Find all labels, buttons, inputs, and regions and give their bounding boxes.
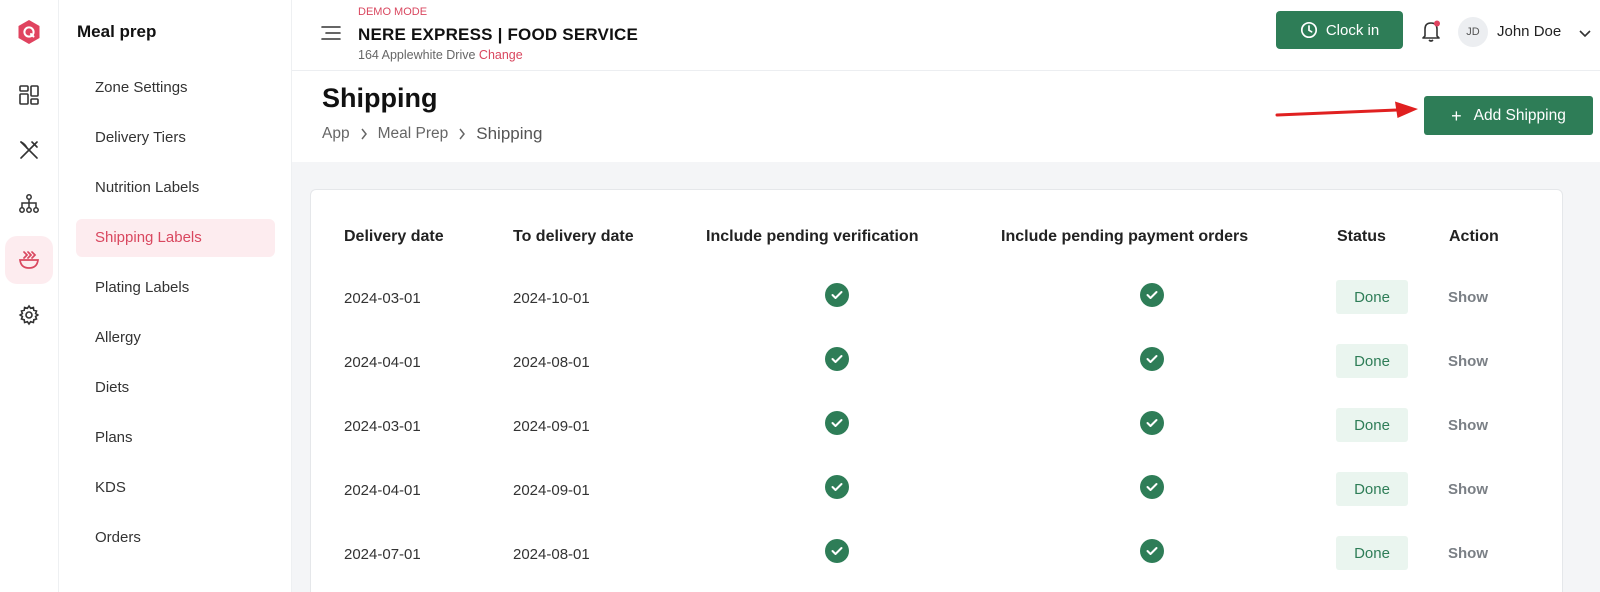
delivery-date-cell: 2024-04-01 — [344, 482, 421, 499]
demo-mode-label: DEMO MODE — [358, 6, 428, 18]
show-link[interactable]: Show — [1448, 289, 1488, 306]
show-link[interactable]: Show — [1448, 481, 1488, 498]
delivery-date-cell: 2024-03-01 — [344, 418, 421, 435]
user-name[interactable]: John Doe — [1497, 23, 1561, 40]
to-delivery-date-cell: 2024-09-01 — [513, 418, 590, 435]
show-link[interactable]: Show — [1448, 545, 1488, 562]
status-badge: Done — [1336, 472, 1408, 506]
show-link[interactable]: Show — [1448, 353, 1488, 370]
plus-icon: + — [1451, 105, 1462, 126]
sidebar-item-zone-settings[interactable]: Zone Settings — [76, 69, 275, 107]
check-circle-icon — [825, 411, 849, 435]
column-header-delivery-date[interactable]: Delivery date — [344, 228, 444, 246]
sidebar-item-delivery-tiers[interactable]: Delivery Tiers — [76, 119, 275, 157]
clock-in-button[interactable]: Clock in — [1276, 11, 1403, 49]
utensils-icon[interactable] — [5, 126, 53, 174]
to-delivery-date-cell: 2024-09-01 — [513, 482, 590, 499]
hierarchy-icon[interactable] — [5, 180, 53, 228]
to-delivery-date-cell: 2024-08-01 — [513, 546, 590, 563]
column-header-to-delivery-date[interactable]: To delivery date — [513, 228, 634, 246]
sidebar-item-plating-labels[interactable]: Plating Labels — [76, 269, 275, 307]
check-circle-icon — [1140, 347, 1164, 371]
show-link[interactable]: Show — [1448, 417, 1488, 434]
sidebar: Meal prep Zone Settings Delivery Tiers N… — [59, 0, 292, 592]
dashboard-icon[interactable] — [5, 71, 53, 119]
sidebar-item-kds[interactable]: KDS — [76, 469, 275, 507]
hamburger-menu-icon[interactable] — [320, 24, 342, 47]
check-circle-icon — [825, 475, 849, 499]
breadcrumb: App Meal Prep Shipping — [322, 124, 542, 144]
sidebar-item-plans[interactable]: Plans — [76, 419, 275, 457]
top-bar: DEMO MODE NERE EXPRESS | FOOD SERVICE 16… — [292, 0, 1600, 71]
check-circle-icon — [1140, 411, 1164, 435]
column-header-pending-payment[interactable]: Include pending payment orders — [1001, 228, 1248, 246]
column-header-action[interactable]: Action — [1449, 228, 1499, 246]
check-circle-icon — [1140, 539, 1164, 563]
breadcrumb-meal-prep[interactable]: Meal Prep — [378, 125, 449, 143]
delivery-date-cell: 2024-03-01 — [344, 290, 421, 307]
status-badge: Done — [1336, 280, 1408, 314]
organization-name: NERE EXPRESS | FOOD SERVICE — [358, 25, 639, 44]
annotation-arrow — [1275, 101, 1418, 118]
sidebar-item-diets[interactable]: Diets — [76, 369, 275, 407]
clock-in-label: Clock in — [1325, 21, 1380, 39]
to-delivery-date-cell: 2024-08-01 — [513, 354, 590, 371]
sidebar-item-shipping-labels[interactable]: Shipping Labels — [76, 219, 275, 257]
sidebar-item-nutrition-labels[interactable]: Nutrition Labels — [76, 169, 275, 207]
check-circle-icon — [825, 347, 849, 371]
add-shipping-label: Add Shipping — [1473, 106, 1566, 124]
shipping-table: Delivery date To delivery date Include p… — [310, 189, 1563, 592]
check-circle-icon — [825, 283, 849, 307]
gear-icon[interactable] — [5, 291, 53, 339]
clock-icon — [1300, 21, 1317, 39]
address-text: 164 Applewhite Drive — [358, 48, 476, 62]
status-badge: Done — [1336, 344, 1408, 378]
add-shipping-button[interactable]: + Add Shipping — [1424, 96, 1593, 135]
delivery-date-cell: 2024-07-01 — [344, 546, 421, 563]
column-header-pending-verification[interactable]: Include pending verification — [706, 228, 918, 246]
delivery-date-cell: 2024-04-01 — [344, 354, 421, 371]
chevron-down-icon[interactable] — [1578, 26, 1592, 44]
page-title: Shipping — [322, 83, 438, 113]
organization-address: 164 Applewhite Drive Change — [358, 48, 523, 62]
meal-bowl-icon[interactable] — [5, 236, 53, 284]
breadcrumb-current: Shipping — [476, 124, 543, 143]
icon-rail — [0, 0, 59, 592]
status-badge: Done — [1336, 408, 1408, 442]
chevron-right-icon — [361, 128, 367, 140]
column-header-status[interactable]: Status — [1337, 228, 1386, 246]
main-content: Delivery date To delivery date Include p… — [292, 162, 1600, 592]
notification-bell-icon[interactable] — [1420, 19, 1442, 48]
check-circle-icon — [825, 539, 849, 563]
check-circle-icon — [1140, 475, 1164, 499]
breadcrumb-app[interactable]: App — [322, 125, 350, 143]
chevron-right-icon — [459, 128, 466, 140]
to-delivery-date-cell: 2024-10-01 — [513, 290, 590, 307]
avatar[interactable]: JD — [1458, 17, 1488, 47]
page-header: Shipping App Meal Prep Shipping + Add Sh… — [292, 71, 1600, 162]
sidebar-item-allergy[interactable]: Allergy — [76, 319, 275, 357]
check-circle-icon — [1140, 283, 1164, 307]
sidebar-item-orders[interactable]: Orders — [76, 519, 275, 557]
change-address-link[interactable]: Change — [479, 48, 523, 62]
sidebar-title: Meal prep — [77, 22, 157, 41]
logo-icon[interactable] — [5, 8, 53, 56]
status-badge: Done — [1336, 536, 1408, 570]
